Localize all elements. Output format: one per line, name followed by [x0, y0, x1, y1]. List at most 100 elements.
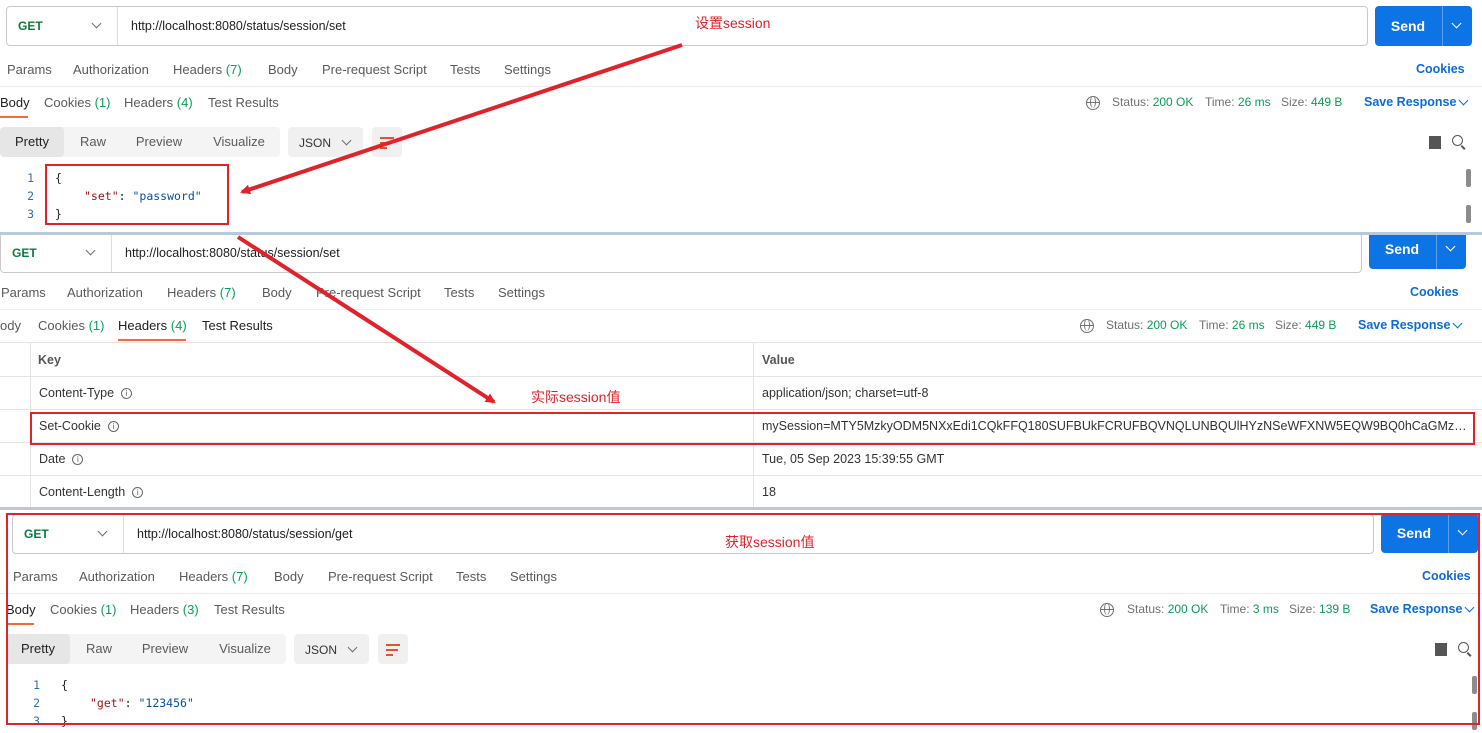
size-readout: Size: 449 B	[1275, 318, 1337, 332]
save-response-button[interactable]: Save Response	[1358, 318, 1450, 332]
chevron-down-icon	[85, 245, 96, 256]
table-row: Content-Length i 18	[0, 475, 1482, 508]
chevron-down-icon[interactable]	[1451, 18, 1462, 29]
view-raw[interactable]: Raw	[66, 127, 120, 157]
headers-table-head: Key Value	[0, 342, 1482, 377]
chevron-down-icon[interactable]	[1458, 95, 1469, 106]
method-label: GET	[12, 246, 37, 260]
format-select[interactable]: JSON	[288, 127, 363, 157]
header-key: Date i	[39, 452, 84, 466]
tab-response-headers[interactable]: Headers (4)	[124, 95, 193, 110]
wrap-lines-icon[interactable]	[372, 127, 402, 157]
view-mode-group: Pretty Raw Preview Visualize	[0, 127, 280, 157]
request-tabs: Params Authorization Headers (7) Body Pr…	[0, 277, 1482, 307]
chevron-down-icon	[91, 18, 102, 29]
tab-params[interactable]: Params	[7, 62, 52, 77]
chevron-down-icon[interactable]	[1452, 318, 1463, 329]
size-readout: Size: 449 B	[1281, 95, 1343, 109]
send-button[interactable]: Send	[1369, 235, 1466, 269]
tab-response-body[interactable]: Body	[0, 95, 30, 110]
column-divider	[30, 343, 31, 376]
header-value: application/json; charset=utf-8	[762, 386, 929, 400]
tab-params[interactable]: Params	[1, 285, 46, 300]
send-label: Send	[1384, 241, 1420, 257]
request-tabs: Params Authorization Headers (7) Body Pr…	[0, 54, 1482, 84]
url-input[interactable]: http://localhost:8080/status/session/set	[125, 246, 340, 260]
globe-icon[interactable]	[1086, 96, 1100, 110]
view-visualize[interactable]: Visualize	[198, 127, 280, 157]
tab-body[interactable]: Body	[268, 62, 298, 77]
view-pretty[interactable]: Pretty	[0, 127, 64, 157]
method-label: GET	[18, 19, 43, 33]
tab-tests[interactable]: Tests	[450, 62, 480, 77]
header-key: Content-Type i	[39, 386, 133, 400]
column-divider	[30, 376, 31, 409]
url-input[interactable]: http://localhost:8080/status/session/set	[131, 19, 346, 33]
table-row: Date i Tue, 05 Sep 2023 15:39:55 GMT	[0, 442, 1482, 476]
send-divider	[1442, 6, 1443, 46]
scrollbar[interactable]	[1466, 169, 1471, 187]
highlight-set-cookie-row	[30, 412, 1475, 445]
annotation-set-session: 设置session	[695, 15, 771, 31]
tab-response-headers[interactable]: Headers (4)	[118, 318, 187, 333]
search-icon[interactable]	[1452, 135, 1463, 146]
tab-response-body[interactable]: ody	[0, 318, 21, 333]
time-readout: Time: 26 ms	[1205, 95, 1271, 109]
info-icon[interactable]: i	[132, 487, 144, 498]
line-number: 1	[27, 171, 34, 185]
globe-icon[interactable]	[1080, 319, 1094, 333]
tab-headers[interactable]: Headers (7)	[167, 285, 236, 300]
column-divider	[30, 475, 31, 508]
tab-settings[interactable]: Settings	[498, 285, 545, 300]
column-header-key: Key	[38, 353, 61, 367]
response-tabs: ody Cookies (1) Headers (4) Test Results…	[0, 310, 1482, 340]
tab-response-cookies[interactable]: Cookies (1)	[44, 95, 110, 110]
send-label: Send	[1390, 18, 1426, 34]
tab-settings[interactable]: Settings	[504, 62, 551, 77]
column-divider	[753, 376, 754, 409]
url-bar: GET http://localhost:8080/status/session…	[0, 235, 1362, 273]
status-readout: Status: 200 OK	[1106, 318, 1188, 332]
header-key: Content-Length i	[39, 485, 144, 499]
save-response-button[interactable]: Save Response	[1364, 95, 1456, 109]
format-label: JSON	[299, 136, 332, 150]
info-icon[interactable]: i	[121, 388, 133, 399]
annotation-get-session: 获取session值	[725, 534, 815, 550]
send-button[interactable]: Send	[1375, 6, 1472, 46]
cookies-link[interactable]: Cookies	[1410, 285, 1459, 299]
tab-headers[interactable]: Headers (7)	[173, 62, 242, 77]
column-header-value: Value	[762, 353, 795, 367]
response-tabs: Body Cookies (1) Headers (4) Test Result…	[0, 87, 1482, 117]
header-value: 18	[762, 485, 776, 499]
view-preview[interactable]: Preview	[122, 127, 196, 157]
chevron-down-icon	[341, 135, 352, 146]
tab-pre-request-script[interactable]: Pre-request Script	[322, 62, 427, 77]
column-divider	[753, 343, 754, 376]
active-tab-indicator	[0, 116, 28, 118]
status-readout: Status: 200 OK	[1112, 95, 1194, 109]
tab-pre-request-script[interactable]: Pre-request Script	[316, 285, 421, 300]
tab-authorization[interactable]: Authorization	[67, 285, 143, 300]
column-divider	[30, 442, 31, 475]
active-tab-indicator	[118, 339, 186, 341]
line-number: 2	[27, 189, 34, 203]
tab-authorization[interactable]: Authorization	[73, 62, 149, 77]
tab-test-results[interactable]: Test Results	[208, 95, 279, 110]
column-divider	[753, 442, 754, 475]
send-divider	[1436, 235, 1437, 269]
tab-test-results[interactable]: Test Results	[202, 318, 273, 333]
cookies-link[interactable]: Cookies	[1416, 62, 1465, 76]
tab-response-cookies[interactable]: Cookies (1)	[38, 318, 104, 333]
tab-tests[interactable]: Tests	[444, 285, 474, 300]
scrollbar[interactable]	[1466, 205, 1471, 223]
time-readout: Time: 26 ms	[1199, 318, 1265, 332]
method-select[interactable]: GET	[7, 7, 118, 45]
table-row: Content-Type i application/json; charset=…	[0, 376, 1482, 410]
column-divider	[753, 475, 754, 508]
chevron-down-icon[interactable]	[1445, 241, 1456, 252]
info-icon[interactable]: i	[72, 454, 84, 465]
tab-body[interactable]: Body	[262, 285, 292, 300]
header-value: Tue, 05 Sep 2023 15:39:55 GMT	[762, 452, 945, 466]
method-select[interactable]: GET	[1, 235, 112, 272]
copy-icon[interactable]	[1429, 136, 1441, 149]
